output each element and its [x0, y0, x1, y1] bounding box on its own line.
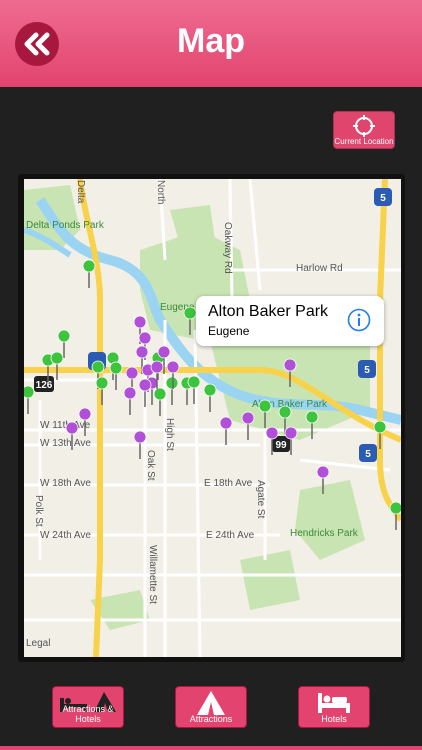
map-label-w18: W 18th Ave	[40, 478, 91, 489]
map-pin-purple[interactable]	[125, 366, 139, 380]
map-pin-purple[interactable]	[284, 426, 298, 440]
callout-subtitle: Eugene	[208, 324, 250, 338]
map-label-e18: E 18th Ave	[204, 478, 253, 489]
map-pin-green[interactable]	[183, 306, 197, 320]
map-pin-purple[interactable]	[138, 331, 152, 345]
map-pin-green[interactable]	[109, 361, 123, 375]
info-icon[interactable]	[347, 308, 371, 332]
bed-icon	[318, 693, 350, 713]
header-bar: Map	[0, 0, 422, 87]
map-pin-green[interactable]	[305, 410, 319, 424]
map-pin-purple[interactable]	[241, 411, 255, 425]
map-pin-purple[interactable]	[265, 426, 279, 440]
map-pin-green[interactable]	[57, 329, 71, 343]
map-label-w11: W 11th Ave	[40, 420, 91, 431]
map-label-harlow: Harlow Rd	[296, 263, 343, 274]
map-label-delta: Delta	[75, 180, 86, 204]
i5-shield-b: 5	[364, 365, 370, 376]
map-label-willamette: Willamette St	[147, 545, 158, 604]
map-pin-green[interactable]	[389, 501, 401, 515]
hwy99-shield: 99	[275, 440, 287, 451]
map-pin-green[interactable]	[95, 376, 109, 390]
map-pin-purple[interactable]	[138, 378, 152, 392]
map-callout[interactable]: Alton Baker Park Eugene	[196, 296, 384, 346]
attractions-label: Attractions	[189, 714, 233, 724]
hotels-tab[interactable]: Hotels	[298, 686, 370, 728]
map-pin-purple[interactable]	[166, 360, 180, 374]
map-pin-purple[interactable]	[133, 430, 147, 444]
current-location-button[interactable]: Current Location	[333, 111, 395, 149]
map-label-w13: W 13th Ave	[40, 438, 91, 449]
map-pin-green[interactable]	[165, 376, 179, 390]
map-label-high: High St	[164, 418, 175, 451]
map-label-legal: Legal	[26, 638, 50, 649]
map-pin-purple[interactable]	[150, 360, 164, 374]
map-pin-purple[interactable]	[78, 407, 92, 421]
attractions-tab[interactable]: Attractions	[175, 686, 247, 728]
map-pin-green[interactable]	[153, 387, 167, 401]
map-label-north: North	[155, 180, 166, 204]
map-label-oak: Oak St	[145, 450, 156, 481]
map-pin-purple[interactable]	[283, 358, 297, 372]
current-location-label: Current Location	[334, 137, 394, 146]
map-pin-purple[interactable]	[157, 345, 171, 359]
map-pin-green[interactable]	[82, 259, 96, 273]
map-pin-green[interactable]	[278, 405, 292, 419]
map-pin-purple[interactable]	[135, 345, 149, 359]
map-view[interactable]: 5 5 5 126 99 Delta Ponds Park Harlow Rd …	[24, 179, 401, 657]
map-label-agate: Agate St	[255, 480, 266, 519]
map-label-e24: E 24th Ave	[206, 530, 255, 541]
hwy126-shield: 126	[36, 380, 53, 391]
i5-shield-a: 5	[380, 193, 386, 204]
map-pin-purple[interactable]	[133, 315, 147, 329]
map-canvas: 5 5 5 126 99 Delta Ponds Park Harlow Rd …	[24, 179, 401, 657]
page-title: Map	[177, 22, 245, 60]
i5-shield-c: 5	[365, 449, 371, 460]
map-pin-green[interactable]	[258, 399, 272, 413]
map-pin-purple[interactable]	[219, 416, 233, 430]
map-pin-green[interactable]	[187, 375, 201, 389]
attractions-hotels-tab[interactable]: Attractions & Hotels	[52, 686, 124, 728]
map-pin-purple[interactable]	[316, 465, 330, 479]
map-label-delta-ponds: Delta Ponds Park	[26, 220, 105, 231]
map-pin-purple[interactable]	[65, 421, 79, 435]
map-pin-green[interactable]	[91, 360, 105, 374]
map-pin-green[interactable]	[373, 420, 387, 434]
map-label-w24: W 24th Ave	[40, 530, 91, 541]
attractions-hotels-label: Attractions & Hotels	[62, 704, 114, 724]
hotels-label: Hotels	[321, 714, 347, 724]
map-pin-green[interactable]	[50, 351, 64, 365]
map-label-oakway: Oakway Rd	[222, 222, 233, 274]
tent-icon	[197, 691, 225, 715]
map-pin-purple[interactable]	[123, 386, 137, 400]
crosshair-icon	[353, 115, 375, 137]
map-pin-green[interactable]	[203, 383, 217, 397]
map-label-polk: Polk St	[33, 495, 44, 527]
callout-title: Alton Baker Park	[208, 303, 329, 320]
map-label-hendricks: Hendricks Park	[290, 528, 359, 539]
map-pin-green[interactable]	[24, 385, 35, 399]
